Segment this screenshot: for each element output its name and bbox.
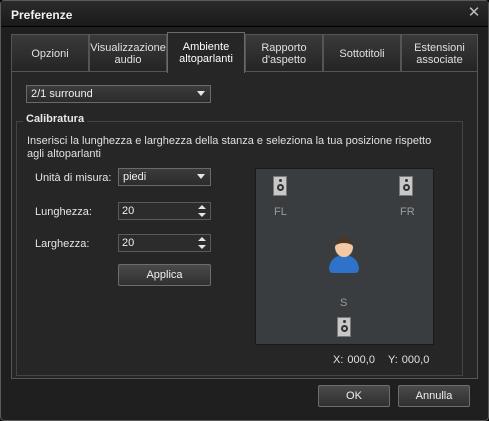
width-value: 20 [122,237,135,249]
length-value: 20 [122,205,135,217]
chevron-down-icon [197,174,205,179]
apply-button[interactable]: Applica [118,264,211,286]
length-input[interactable]: 20 [118,202,211,220]
tab-estensioni-associate[interactable]: Estensioni associate [401,34,478,72]
tab-visualizzazione-audio[interactable]: Visualizzazione audio [89,34,167,72]
speaker-fr-icon[interactable] [399,176,413,196]
ok-button[interactable]: OK [318,385,390,407]
tab-opzioni[interactable]: Opzioni [11,34,89,72]
spin-arrows-icon[interactable] [198,204,207,218]
y-value: 000,0 [401,354,430,366]
chevron-down-icon [197,91,205,96]
window-title: Preferenze [11,8,73,22]
speaker-s-label: S [340,297,348,309]
tab-rapporto-aspetto[interactable]: Rapporto d'aspetto [245,34,323,72]
unit-value: piedi [123,171,147,183]
calibration-title: Calibratura [23,113,88,125]
speaker-fl-label: FL [274,206,287,218]
title-bar: Preferenze ✕ [1,1,488,27]
width-label: Larghezza: [35,238,90,250]
tab-sottotitoli[interactable]: Sottotitoli [323,34,401,72]
cancel-button[interactable]: Annulla [398,385,470,407]
coordinates-readout: X: 000,0 Y: 000,0 [333,354,433,366]
preferences-window: Preferenze ✕ Opzioni Visualizzazione aud… [0,0,489,421]
width-input[interactable]: 20 [118,234,211,252]
unit-select[interactable]: piedi [118,168,211,186]
length-label: Lunghezza: [35,206,92,218]
speaker-mode-select[interactable]: 2/1 surround [26,85,211,103]
speaker-s-icon[interactable] [337,317,351,337]
y-label: Y: [388,354,398,366]
calibration-description: Inserisci la lunghezza e larghezza della… [27,135,432,160]
unit-label: Unità di misura: [35,172,112,184]
speaker-fr-label: FR [400,206,415,218]
x-value: 000,0 [347,354,375,366]
x-label: X: [333,354,344,366]
tab-ambiente-altoparlanti[interactable]: Ambiente altoparlanti [167,32,245,73]
tab-bar: Opzioni Visualizzazione audio Ambiente a… [11,32,478,73]
speaker-fl-icon[interactable] [273,176,287,196]
spin-arrows-icon[interactable] [198,236,207,250]
user-avatar-icon[interactable] [329,237,359,273]
close-icon[interactable]: ✕ [467,5,481,20]
speaker-mode-value: 2/1 surround [31,88,93,100]
